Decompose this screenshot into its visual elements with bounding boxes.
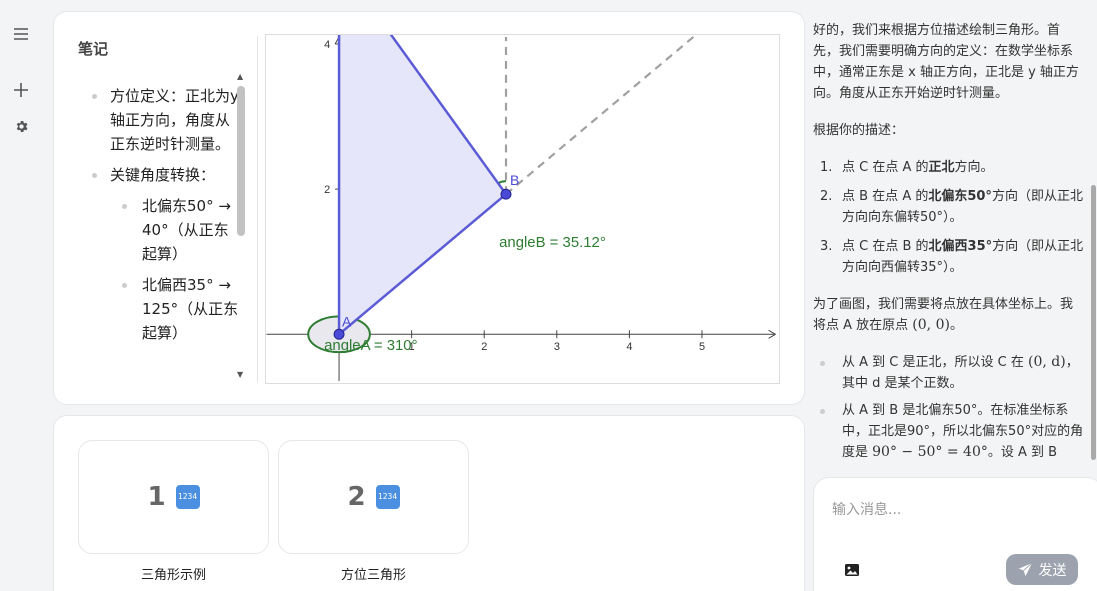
chat-messages: 好的，我们来根据方位描述绘制三角形。首先，我们需要明确方向的定义：在数学坐标系中… (813, 20, 1085, 470)
left-rail (0, 0, 42, 591)
input-numbers-icon: 1234 (175, 485, 200, 509)
example-tile-1[interactable]: 1 1234 (78, 440, 269, 554)
chat-list-item: 1. 点 C 在点 A 的正北方向。 (820, 160, 994, 175)
chat-list-item: 2. 点 B 在点 A 的北偏东50°方向（即从正北方向向东偏转50°）。 (820, 189, 1083, 225)
chat-paragraph: 根据你的描述： (813, 123, 905, 138)
example-tile-2[interactable]: 2 1234 (278, 440, 469, 554)
message-composer: 发送 (813, 477, 1097, 591)
chat-paragraph: 为了画图，我们需要将点放在具体坐标上。我将点 A 放在原点 (0, 0)。 (813, 297, 1074, 333)
notes-scrollbar[interactable]: ▲ ▼ (236, 72, 248, 382)
notes-card: 笔记 方位定义：正北为y轴正方向，角度从正东逆时针测量。 关键角度转换： 北偏东… (53, 11, 805, 405)
angle-b-label: angleB = 35.12° (499, 235, 606, 251)
x-tick-label: 4 (626, 341, 632, 353)
tile-label: 方位三角形 (340, 568, 406, 583)
tile-number: 2 (347, 482, 366, 512)
notes-scroll-thumb[interactable] (237, 86, 245, 236)
notes-title: 笔记 (78, 40, 109, 58)
chat-bullet-item: 从 A 到 C 是正北，所以设 C 在 (0, d)，其中 d 是某个正数。 (813, 352, 1085, 394)
gear-icon[interactable] (10, 115, 32, 137)
chat-paragraph: 好的，我们来根据方位描述绘制三角形。首先，我们需要明确方向的定义：在数学坐标系中… (813, 23, 1079, 101)
scroll-down-arrow-icon[interactable]: ▼ (237, 370, 243, 379)
point-label-b: B (510, 172, 519, 188)
x-tick-label: 5 (699, 341, 705, 353)
image-icon[interactable] (844, 562, 860, 578)
notes-item: 方位定义：正北为y轴正方向，角度从正东逆时针测量。 (92, 84, 243, 156)
tile-label: 三角形示例 (140, 568, 206, 583)
chat-list-item: 3. 点 C 在点 B 的北偏西35°方向（即从正北方向向西偏转35°）。 (820, 239, 1084, 275)
notes-divider (257, 36, 258, 382)
notes-subitem: 北偏西35° → 125°（从正东起算） (122, 273, 243, 345)
x-tick-label: 3 (554, 341, 560, 353)
point-b[interactable] (500, 188, 512, 200)
notes-item: 关键角度转换： (92, 163, 243, 187)
menu-icon[interactable] (10, 23, 32, 45)
examples-card: 1 1234 三角形示例 2 1234 方位三角形 (53, 415, 805, 591)
send-label: 发送 (1038, 562, 1067, 579)
send-button[interactable]: 发送 (1006, 554, 1078, 585)
chat-bullet-list: 从 A 到 C 是正北，所以设 C 在 (0, d)，其中 d 是某个正数。 从… (813, 352, 1085, 463)
angle-a-label: angleA = 310° (324, 338, 417, 354)
triangle-abc[interactable] (337, 34, 508, 337)
y-tick-label: 4 (324, 39, 330, 51)
x-tick-label: 2 (481, 341, 487, 353)
notes-list: 方位定义：正北为y轴正方向，角度从正东逆时针测量。 关键角度转换： 北偏东50°… (78, 84, 243, 380)
chat-ordered-list: 1. 点 C 在点 A 的正北方向。 2. 点 B 在点 A 的北偏东50°方向（即… (813, 157, 1085, 278)
paper-plane-icon (1018, 562, 1032, 577)
y-tick-label: 2 (324, 184, 330, 196)
message-input[interactable] (832, 498, 1072, 522)
notes-subitem: 北偏东50° → 40°（从正东起算） (122, 194, 243, 266)
plus-icon[interactable] (10, 79, 32, 101)
chat-scrollbar[interactable] (1091, 185, 1096, 460)
scroll-up-arrow-icon[interactable]: ▲ (237, 72, 243, 81)
point-label-a: A (342, 313, 352, 329)
chat-bullet-item: 从 A 到 B 是北偏东50°。在标准坐标系中，正北是90°，所以北偏东50°对… (813, 400, 1085, 463)
tile-number: 1 (147, 482, 166, 512)
guide-ab-extension (505, 35, 698, 196)
input-numbers-icon: 1234 (375, 485, 400, 509)
geometry-graph[interactable]: 12345246 ABC angleA = 310° angleB = 35.1… (265, 34, 780, 384)
